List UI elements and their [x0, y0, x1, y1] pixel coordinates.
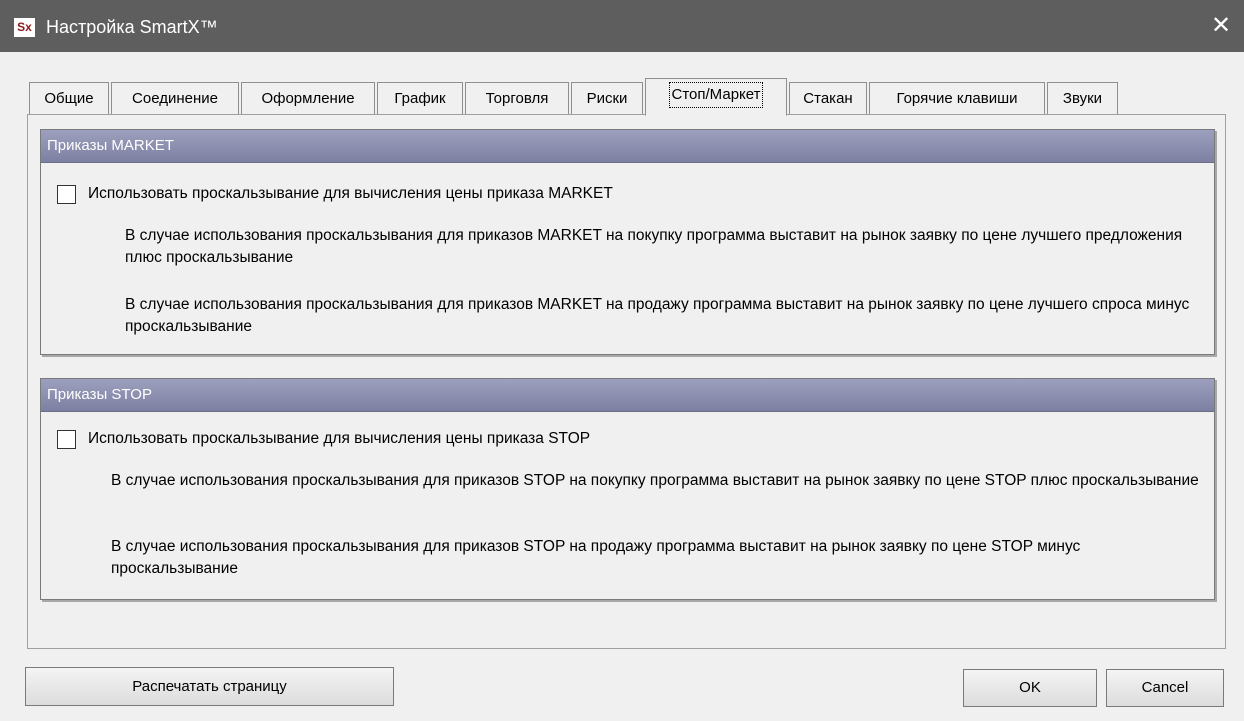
tab-appearance[interactable]: Оформление — [241, 82, 375, 114]
tab-sounds[interactable]: Звуки — [1047, 82, 1118, 114]
tab-hotkeys[interactable]: Горячие клавиши — [869, 82, 1045, 114]
stop-sell-description: В случае использования проскальзывания д… — [111, 538, 1081, 577]
market-sell-description: В случае использования проскальзывания д… — [125, 296, 1190, 335]
market-slippage-checkbox[interactable] — [57, 185, 76, 204]
ok-button[interactable]: OK — [963, 669, 1097, 707]
button-label: OK — [1019, 679, 1041, 696]
tab-label: Общие — [44, 90, 94, 107]
button-label: Распечатать страницу — [132, 678, 287, 695]
tab-label: Горячие клавиши — [896, 90, 1018, 107]
checkbox-label[interactable]: Использовать проскальзывание для вычисле… — [88, 428, 590, 450]
tab-label: Соединение — [132, 90, 218, 107]
tab-risks[interactable]: Риски — [571, 82, 643, 114]
tab-label: Риски — [586, 90, 628, 107]
app-logo-icon: Sx — [14, 18, 35, 37]
checkbox-label[interactable]: Использовать проскальзывание для вычисле… — [88, 183, 613, 205]
tab-label: График — [394, 90, 446, 107]
stop-orders-group: Приказы STOP Использовать проскальзывани… — [40, 378, 1215, 600]
settings-dialog: Sx Настройка SmartX™ ✕ Общие Соединение … — [0, 0, 1244, 721]
tab-label: Стакан — [803, 90, 853, 107]
stop-slippage-checkbox[interactable] — [57, 430, 76, 449]
group-header: Приказы STOP — [41, 379, 1214, 412]
print-page-button[interactable]: Распечатать страницу — [25, 667, 394, 706]
tab-order-book[interactable]: Стакан — [789, 82, 867, 114]
stop-buy-description: В случае использования проскальзывания д… — [111, 472, 1199, 489]
tab-general[interactable]: Общие — [29, 82, 109, 114]
market-orders-group: Приказы MARKET Использовать проскальзыва… — [40, 129, 1215, 355]
window-title: Настройка SmartX™ — [46, 17, 218, 37]
tab-label: Стоп/Маркет — [668, 82, 764, 108]
tab-stop-market[interactable]: Стоп/Маркет — [645, 78, 787, 116]
close-icon: ✕ — [1210, 12, 1232, 39]
tab-connection[interactable]: Соединение — [111, 82, 239, 114]
tab-label: Оформление — [261, 90, 355, 107]
cancel-button[interactable]: Cancel — [1106, 669, 1224, 707]
market-buy-description: В случае использования проскальзывания д… — [125, 227, 1183, 266]
group-header: Приказы MARKET — [41, 130, 1214, 163]
button-label: Cancel — [1141, 679, 1189, 696]
tab-trading[interactable]: Торговля — [465, 82, 569, 114]
tab-label: Торговля — [485, 90, 549, 107]
tab-chart[interactable]: График — [377, 82, 463, 114]
title-bar[interactable]: Sx Настройка SmartX™ ✕ — [0, 0, 1244, 52]
tab-label: Звуки — [1062, 90, 1103, 107]
close-button[interactable]: ✕ — [1198, 0, 1244, 52]
